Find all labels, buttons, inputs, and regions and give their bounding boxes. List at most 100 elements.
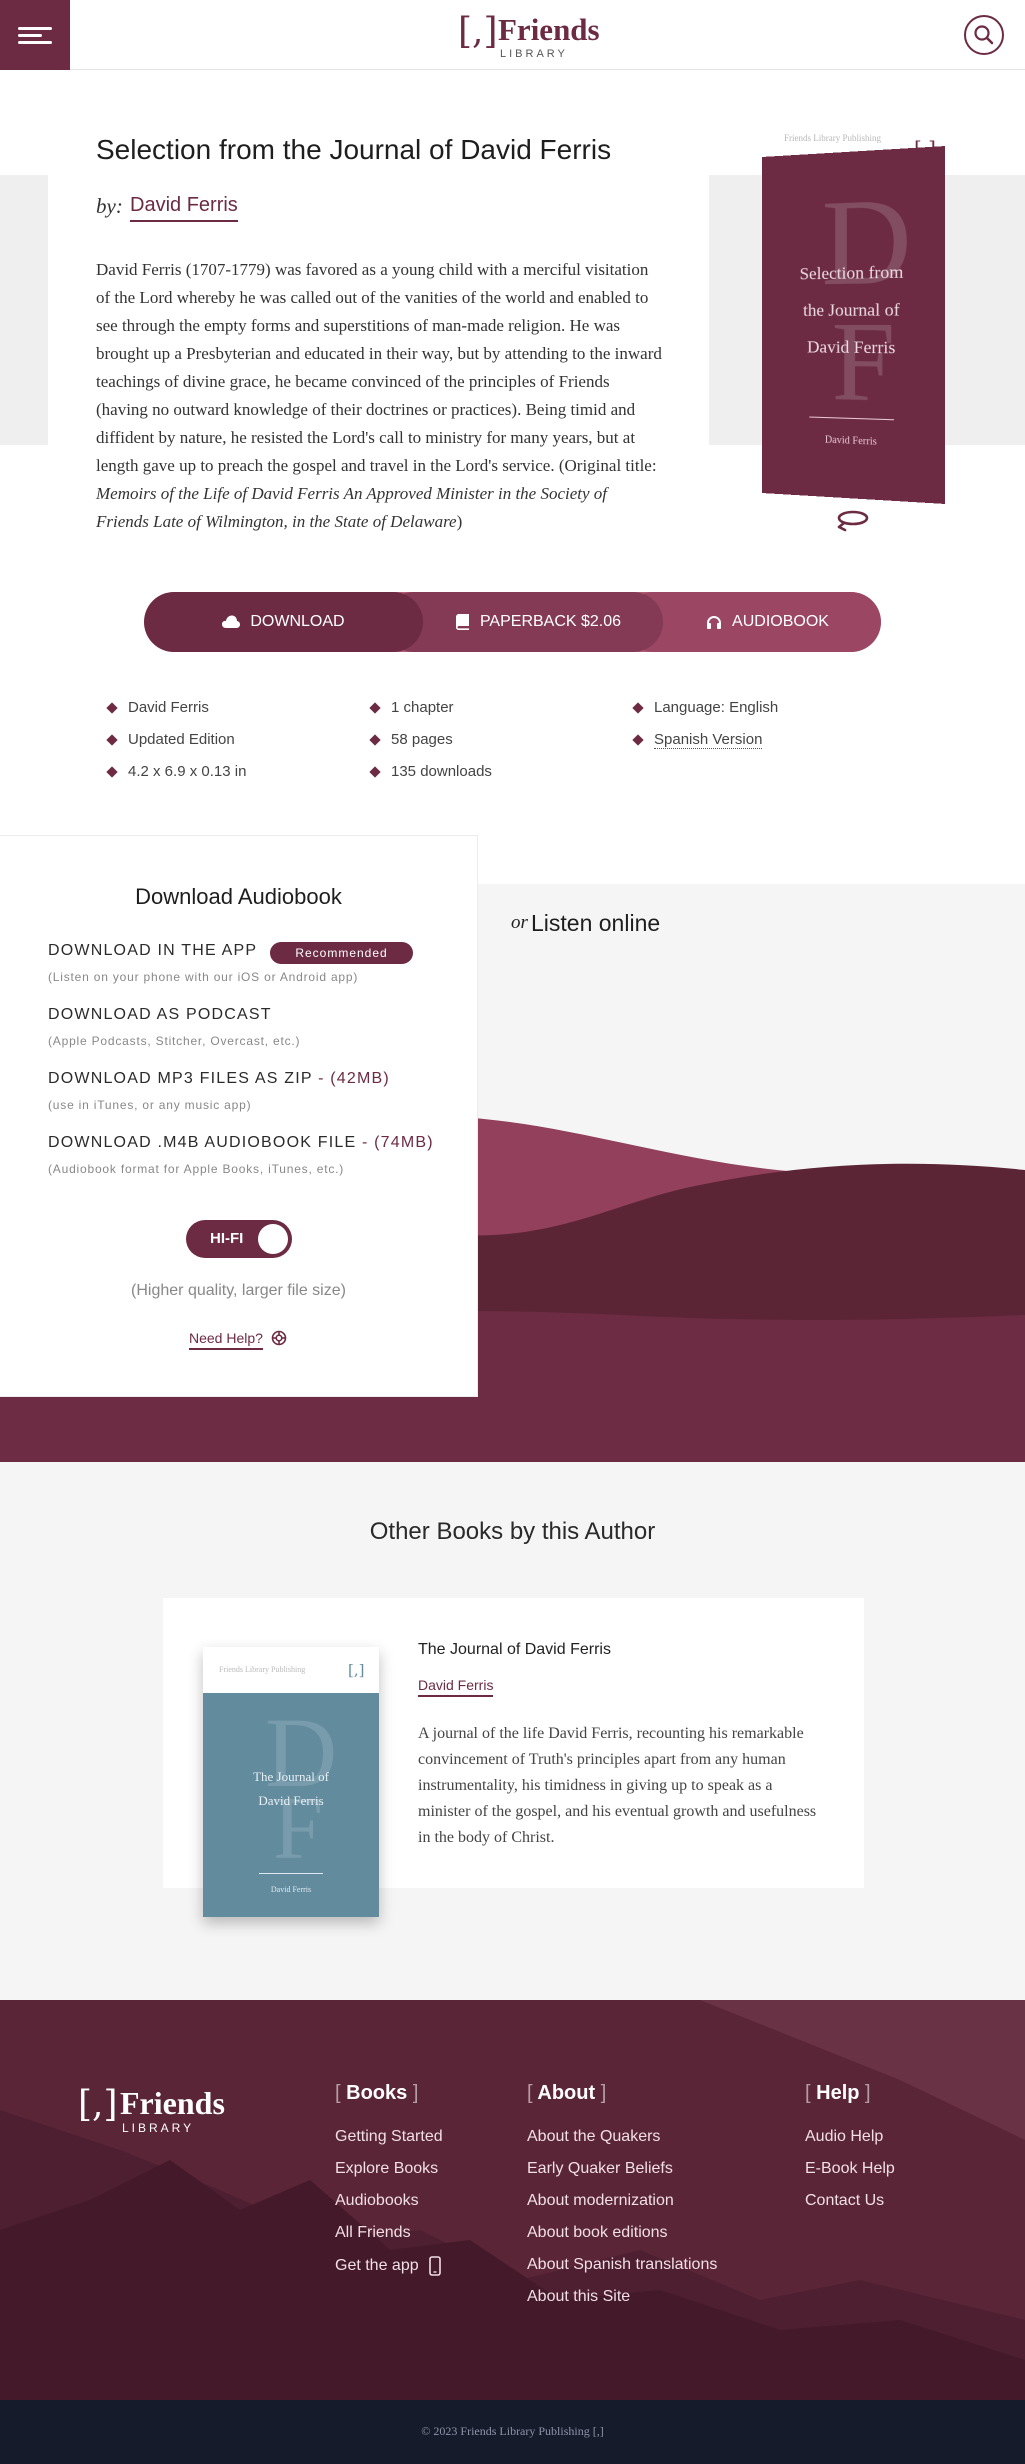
- other-book-description: A journal of the life David Ferris, reco…: [418, 1725, 817, 1846]
- option-sub: (Apple Podcasts, Stitcher, Overcast, etc…: [48, 1034, 301, 1048]
- footer-link[interactable]: About book editions: [527, 2224, 668, 2242]
- meta-language: Language: English: [632, 699, 779, 716]
- download-button[interactable]: DOWNLOAD: [144, 592, 423, 652]
- footer-link[interactable]: E-Book Help: [805, 2160, 895, 2178]
- hifi-label: HI-FI: [210, 1230, 244, 1247]
- meta-text: 135 downloads: [391, 763, 492, 780]
- need-help-link[interactable]: Need Help?: [189, 1330, 263, 1350]
- footer-link[interactable]: Early Quaker Beliefs: [527, 2160, 673, 2178]
- meta-author: David Ferris: [106, 699, 209, 716]
- download-m4b-option[interactable]: DOWNLOAD .M4B AUDIOBOOK FILE - (74MB): [48, 1134, 434, 1152]
- download-mp3-option[interactable]: DOWNLOAD MP3 FILES AS ZIP - (42MB): [48, 1070, 390, 1088]
- description-text: David Ferris (1707-1779) was favored as …: [96, 260, 662, 475]
- other-book-cover[interactable]: Friends Library Publishing [,] D F The J…: [203, 1647, 379, 1917]
- book-cover[interactable]: D F Selection from the Journal of David …: [762, 146, 945, 504]
- meta-edition: Updated Edition: [106, 731, 235, 748]
- download-podcast-option[interactable]: DOWNLOAD AS PODCAST: [48, 1006, 272, 1024]
- meta-text: 4.2 x 6.9 x 0.13 in: [128, 763, 247, 780]
- option-label: DOWNLOAD .M4B AUDIOBOOK FILE: [48, 1134, 357, 1151]
- by-label: by:: [96, 194, 123, 218]
- meta-text: Updated Edition: [128, 731, 235, 748]
- meta-chapters: 1 chapter: [369, 699, 454, 716]
- search-button[interactable]: [964, 15, 1004, 55]
- other-book-title[interactable]: The Journal of David Ferris: [418, 1641, 611, 1659]
- footer-link-text: Get the app: [335, 2257, 419, 2275]
- logo-name: Friends: [120, 2085, 225, 2121]
- cover-title: The Journal of David Ferris: [203, 1765, 379, 1813]
- book-icon: [455, 614, 469, 630]
- footer-heading-about: [ About ]: [527, 2082, 607, 2104]
- other-book-author-link[interactable]: David Ferris: [418, 1677, 494, 1697]
- download-audiobook-card: [0, 836, 477, 1396]
- paperback-label: PAPERBACK $2.06: [479, 613, 622, 630]
- site-logo[interactable]: [,] Friends LIBRARY: [458, 11, 608, 61]
- phone-icon: [429, 2256, 441, 2276]
- diamond-icon: [369, 766, 381, 778]
- hamburger-menu-icon[interactable]: [0, 0, 70, 70]
- footer-logo[interactable]: [,] Friends LIBRARY: [78, 2084, 258, 2136]
- action-bar: DOWNLOAD PAPERBACK $2.06 AUDIOBOOK: [144, 592, 881, 652]
- listen-or: or: [511, 912, 528, 933]
- meta-text: David Ferris: [128, 699, 209, 716]
- heading-text: Help: [816, 2082, 860, 2104]
- rotate-cover-icon[interactable]: [834, 505, 872, 537]
- paperback-button[interactable]: PAPERBACK $2.06: [384, 592, 663, 652]
- option-label: DOWNLOAD MP3 FILES AS ZIP: [48, 1070, 313, 1087]
- recommended-badge: Recommended: [270, 942, 413, 964]
- footer-link[interactable]: Explore Books: [335, 2160, 438, 2178]
- heading-text: About: [537, 2082, 596, 2104]
- footer-heading-books: [ Books ]: [335, 2082, 419, 2104]
- copyright: © 2023 Friends Library Publishing [,]: [421, 2424, 604, 2438]
- site-header: [,] Friends LIBRARY: [0, 0, 1025, 70]
- listen-online-title: Listen online: [531, 910, 661, 936]
- footer-link[interactable]: Getting Started: [335, 2128, 443, 2146]
- footer-link[interactable]: About the Quakers: [527, 2128, 660, 2146]
- book-title: Selection from the Journal of David Ferr…: [96, 134, 612, 165]
- download-app-option[interactable]: DOWNLOAD IN THE APP: [48, 942, 257, 960]
- author-link[interactable]: David Ferris: [130, 194, 238, 222]
- footer-link[interactable]: About Spanish translations: [527, 2256, 717, 2274]
- cover-title-line: David Ferris: [258, 1793, 324, 1808]
- meta-text: Language: English: [654, 699, 779, 716]
- logo-bracket: [,]: [78, 2084, 118, 2125]
- option-size: - (74MB): [361, 1134, 434, 1151]
- hero-band-left: [0, 175, 48, 445]
- footer-heading-help: [ Help ]: [805, 2082, 871, 2104]
- lifebuoy-icon[interactable]: [271, 1330, 287, 1346]
- option-sub: (Listen on your phone with our iOS or An…: [48, 970, 359, 984]
- other-books-heading: Other Books by this Author: [369, 1518, 656, 1545]
- footer-link[interactable]: About modernization: [527, 2192, 674, 2210]
- description-end: ): [456, 512, 463, 531]
- meta-downloads: 135 downloads: [369, 763, 492, 780]
- download-label: DOWNLOAD: [250, 613, 345, 630]
- cover-title-line: the Journal of: [803, 299, 900, 320]
- logo-bracket: [,]: [458, 11, 498, 52]
- download-audiobook-title: Download Audiobook: [135, 884, 342, 909]
- footer-link-get-app[interactable]: Get the app: [335, 2256, 441, 2276]
- original-title: Memoirs of the Life of David Ferris An A…: [96, 484, 608, 531]
- book-description: David Ferris (1707-1779) was favored as …: [96, 256, 662, 536]
- diamond-icon: [106, 766, 118, 778]
- meta-text: 1 chapter: [391, 699, 454, 716]
- option-label: DOWNLOAD IN THE APP: [48, 942, 258, 959]
- cover-author: David Ferris: [270, 1885, 312, 1894]
- meta-text: 58 pages: [391, 731, 453, 748]
- option-label: DOWNLOAD AS PODCAST: [48, 1006, 272, 1023]
- footer-link[interactable]: Audiobooks: [335, 2192, 419, 2210]
- meta-spanish-version[interactable]: Spanish Version: [632, 731, 763, 749]
- footer-link[interactable]: All Friends: [335, 2224, 411, 2242]
- toggle-knob: [258, 1224, 288, 1254]
- footer-link[interactable]: Audio Help: [805, 2128, 883, 2146]
- cover-title-line: Selection from: [799, 261, 904, 284]
- logo-sub: LIBRARY: [500, 48, 568, 60]
- cover-publisher: Friends Library Publishing: [784, 133, 881, 143]
- heading-text: Books: [346, 2082, 408, 2104]
- option-sub: (use in iTunes, or any music app): [48, 1098, 252, 1112]
- headphones-icon: [707, 615, 722, 629]
- diamond-icon: [632, 734, 644, 746]
- spanish-version-link[interactable]: Spanish Version: [654, 731, 763, 749]
- hifi-toggle[interactable]: HI-FI: [186, 1220, 292, 1258]
- footer-link[interactable]: About this Site: [527, 2288, 630, 2306]
- footer-link[interactable]: Contact Us: [805, 2192, 884, 2210]
- audiobook-label: AUDIOBOOK: [732, 613, 829, 630]
